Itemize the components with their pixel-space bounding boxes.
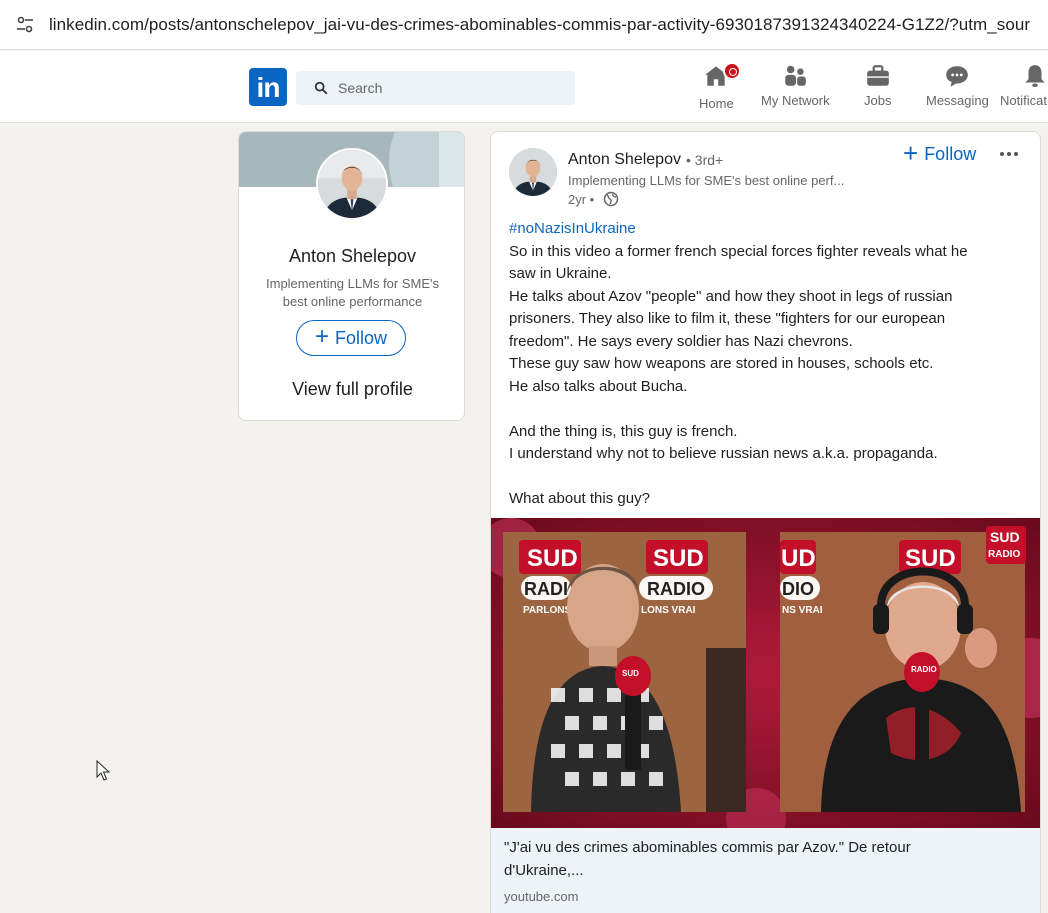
svg-text:RADIO: RADIO — [988, 549, 1020, 560]
post-author-headline: Implementing LLMs for SME's best online … — [568, 173, 845, 188]
post-text-line: He also talks about Bucha. — [509, 377, 688, 395]
plus-icon: + — [314, 323, 329, 350]
nav-item-label: Home — [699, 96, 734, 111]
nav-item-label: Notificat — [1000, 93, 1047, 108]
post-text-line: prisoners. They also like to film it, th… — [509, 310, 946, 327]
svg-text:NS VRAI: NS VRAI — [782, 605, 823, 616]
notification-badge — [723, 62, 742, 80]
svg-text:RADIO: RADIO — [647, 579, 705, 599]
post-text-line — [509, 398, 1009, 421]
mouse-cursor-icon — [96, 760, 110, 781]
url-text[interactable]: linkedin.com/posts/antonschelepov_jai-vu… — [49, 15, 1048, 35]
post-text-line: saw in Ukraine. — [509, 265, 612, 282]
post-timestamp: 2yr • — [568, 191, 619, 207]
post-text-line: He talks about Azov "people" and how the… — [509, 287, 953, 305]
browser-address-bar[interactable]: linkedin.com/posts/antonschelepov_jai-vu… — [0, 0, 1048, 50]
nav-item-messaging[interactable]: Messaging — [926, 63, 989, 115]
post-text-line: freedom". He says every soldier has Nazi… — [509, 332, 853, 350]
hashtag-link[interactable]: #noNazisInUkraine — [509, 218, 1009, 241]
post-text-line: I understand why not to believe russian … — [509, 445, 938, 462]
post-text-line: And the thing is, this guy is french. — [509, 422, 738, 440]
top-navigation: in Home My Network Jobs — [0, 51, 1048, 123]
svg-text:DIO: DIO — [782, 579, 814, 599]
nav-item-jobs[interactable]: Jobs — [864, 63, 891, 115]
profile-headline: Implementing LLMs for SME's best online … — [266, 276, 439, 309]
search-input[interactable] — [338, 80, 538, 96]
svg-text:SUD: SUD — [653, 545, 704, 572]
search-icon — [314, 81, 328, 95]
follow-button[interactable]: + Follow — [296, 320, 406, 356]
svg-text:RADI: RADI — [524, 579, 568, 599]
bell-icon — [1025, 65, 1045, 87]
linkedin-logo[interactable]: in — [249, 68, 287, 106]
post-text-line: These guy saw how weapons are stored in … — [509, 355, 934, 372]
link-preview[interactable]: "J'ai vu des crimes abominables commis p… — [491, 828, 1040, 913]
post-text-line: So in this video a former french special… — [509, 242, 968, 260]
jobs-icon — [866, 65, 889, 86]
svg-text:LONS VRAI: LONS VRAI — [641, 605, 696, 616]
post-card: Anton Shelepov • 3rd+ Implementing LLMs … — [490, 131, 1041, 913]
follow-label: Follow — [924, 144, 977, 164]
studio-sign-text: SUD — [527, 545, 578, 572]
thumbnail-image: SUD RADI PARLONS VR SUD RADIO LONS VRAI — [491, 518, 1040, 828]
post-follow-button[interactable]: + Follow — [903, 138, 977, 168]
globe-icon — [603, 191, 619, 207]
nav-item-home[interactable]: Home — [699, 62, 742, 115]
post-time-text: 2yr • — [568, 191, 595, 207]
plus-icon: + — [903, 138, 919, 168]
post-text-line — [509, 466, 1009, 489]
site-settings-icon[interactable] — [15, 15, 35, 35]
svg-text:SUD: SUD — [622, 669, 639, 678]
profile-name[interactable]: Anton Shelepov — [239, 246, 464, 267]
nav-item-label: Jobs — [864, 93, 892, 108]
messaging-icon — [946, 66, 969, 87]
post-author-name[interactable]: Anton Shelepov — [568, 151, 681, 169]
avatar[interactable] — [316, 148, 388, 220]
link-source: youtube.com — [504, 889, 579, 904]
video-thumbnail[interactable]: SUD RADI PARLONS VR SUD RADIO LONS VRAI — [491, 518, 1040, 828]
follow-label: Follow — [335, 327, 388, 348]
nav-item-label: Messaging — [926, 93, 989, 108]
nav-item-my-network[interactable]: My Network — [761, 63, 830, 115]
svg-text:UD: UD — [781, 545, 816, 572]
post-body: #noNazisInUkraine So in this video a for… — [509, 218, 1009, 511]
connection-degree: • 3rd+ — [686, 152, 724, 168]
post-author-avatar[interactable] — [509, 148, 557, 196]
post-text-line: What about this guy? — [509, 490, 650, 507]
search-bar[interactable] — [296, 71, 575, 105]
link-title[interactable]: "J'ai vu des crimes abominables commis p… — [504, 836, 974, 882]
sud-radio-logo-text: SUD — [990, 529, 1020, 545]
profile-card: Anton Shelepov Implementing LLMs for SME… — [238, 131, 465, 421]
view-full-profile-link[interactable]: View full profile — [239, 379, 464, 400]
more-options-icon[interactable] — [999, 144, 1019, 164]
network-icon — [785, 65, 807, 86]
nav-item-notifications[interactable]: Notificat — [1000, 63, 1048, 115]
nav-item-label: My Network — [761, 93, 830, 108]
svg-text:RADIO: RADIO — [911, 665, 937, 674]
